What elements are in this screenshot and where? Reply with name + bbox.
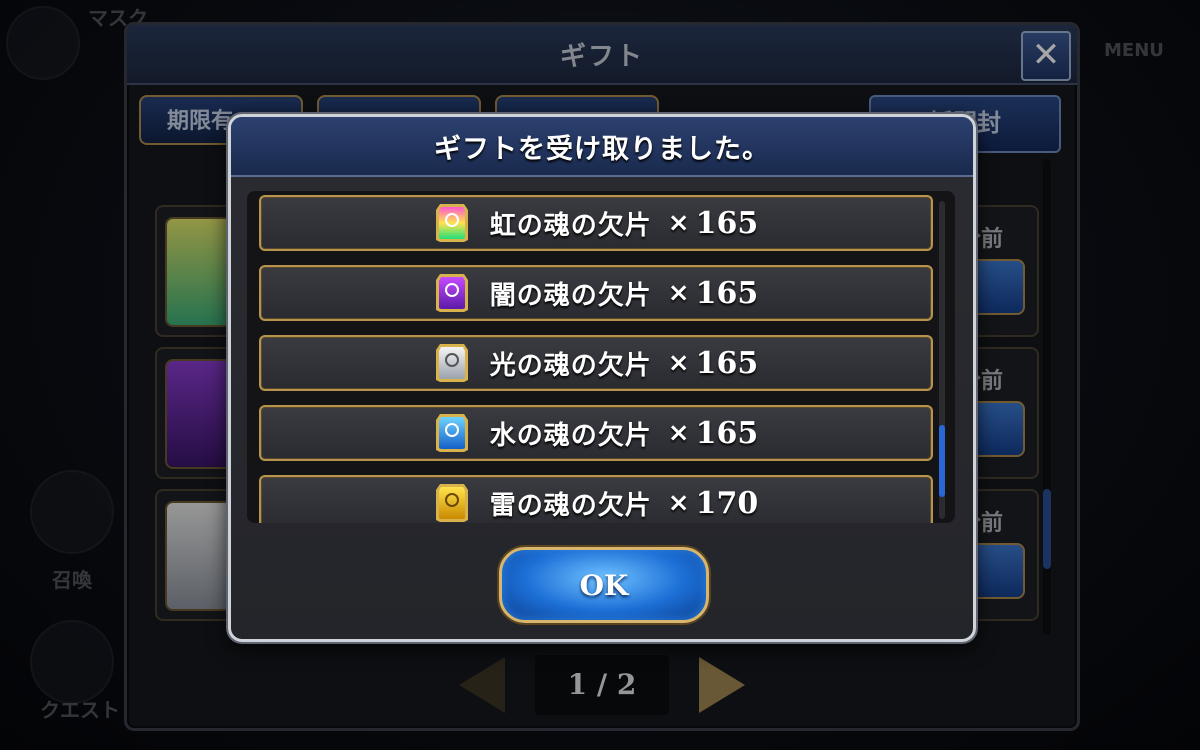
ok-button[interactable]: OK <box>499 547 709 623</box>
dialog-header: ギフトを受け取りました。 <box>231 117 973 177</box>
item-quantity: 165 <box>695 345 759 381</box>
item-name: 光の魂の欠片 <box>489 350 652 381</box>
item-name: 虹の魂の欠片 <box>489 210 652 241</box>
list-item: 虹の魂の欠片 × 165 <box>259 195 933 251</box>
item-quantity: 165 <box>695 275 759 311</box>
ok-button-label: OK <box>579 568 629 602</box>
rainbow-soul-shard-icon <box>434 202 470 244</box>
thunder-soul-shard-icon <box>434 482 470 523</box>
list-item: 雷の魂の欠片 × 170 <box>259 475 933 523</box>
item-multiplier-sign: × <box>667 278 690 308</box>
received-items-list[interactable]: 虹の魂の欠片 × 165 闇の魂の欠片 × 165 光の魂の欠片 × 165 水… <box>247 191 955 523</box>
list-item: 闇の魂の欠片 × 165 <box>259 265 933 321</box>
item-quantity: 165 <box>695 415 759 451</box>
dialog-title: ギフトを受け取りました。 <box>434 133 770 165</box>
item-multiplier-sign: × <box>667 488 690 518</box>
item-multiplier-sign: × <box>667 418 690 448</box>
list-item: 光の魂の欠片 × 165 <box>259 335 933 391</box>
items-scrollbar[interactable] <box>939 201 945 519</box>
item-multiplier-sign: × <box>667 348 690 378</box>
item-quantity: 165 <box>695 205 759 241</box>
item-name: 雷の魂の欠片 <box>489 490 652 521</box>
water-soul-shard-icon <box>434 412 470 454</box>
item-quantity: 170 <box>695 485 759 521</box>
item-multiplier-sign: × <box>667 208 690 238</box>
list-item: 水の魂の欠片 × 165 <box>259 405 933 461</box>
light-soul-shard-icon <box>434 342 470 384</box>
gift-received-dialog: ギフトを受け取りました。 虹の魂の欠片 × 165 闇の魂の欠片 × 165 光… <box>228 114 976 642</box>
item-name: 闇の魂の欠片 <box>489 280 652 311</box>
items-scroll-thumb[interactable] <box>939 425 945 497</box>
item-name: 水の魂の欠片 <box>489 420 652 451</box>
dark-soul-shard-icon <box>434 272 470 314</box>
